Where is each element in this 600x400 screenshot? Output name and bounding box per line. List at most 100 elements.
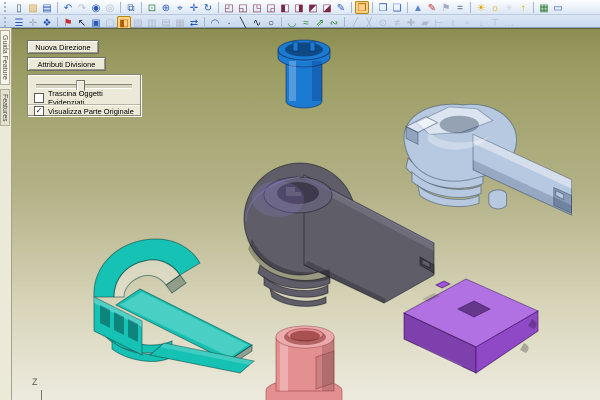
side-tab-strip: Guida Feature Features <box>0 28 12 400</box>
checkbox-trascina-oggetti[interactable]: Trascina Oggetti Evidenziati <box>34 93 140 103</box>
part-pink-cylinder[interactable] <box>260 321 355 400</box>
drop-icon[interactable]: ↓ <box>474 16 488 29</box>
toolbar-separator <box>533 2 534 13</box>
line-tool-icon[interactable]: ╲ <box>236 16 250 29</box>
view-top-icon[interactable]: ◱ <box>236 1 250 14</box>
light-spot-icon[interactable]: ☼ <box>488 1 502 14</box>
divide-part-icon[interactable]: ◧ <box>117 16 131 29</box>
hide-entities-icon[interactable]: ◎ <box>103 1 117 14</box>
tab-features[interactable]: Features <box>0 89 10 127</box>
perpendicular-icon[interactable]: ⊤ <box>488 16 502 29</box>
layers-window-icon[interactable]: ❐ <box>355 1 369 14</box>
light-on-icon[interactable]: ☀ <box>474 1 488 14</box>
new-document-icon[interactable]: ▯ <box>12 1 26 14</box>
toolbar-separator <box>470 2 471 13</box>
show-entities-icon[interactable]: ◉ <box>89 1 103 14</box>
part-blue-sleeve[interactable] <box>262 35 346 119</box>
toolbar-row-1: ▯▨▤↶↷◉◎⧉⊡⊕⌖✛↻◰◱◳◲◧◨◩◪✎❐❒❏▲✎⚑=☀☼☀↑▦▭ <box>0 0 600 15</box>
cross-trim-icon[interactable]: ╳ <box>362 16 376 29</box>
view-left-icon[interactable]: ◲ <box>264 1 278 14</box>
concentric-icon[interactable]: ⊙ <box>376 16 390 29</box>
toolbar-separator <box>218 2 219 13</box>
toolbar-separator <box>57 2 58 13</box>
view-bottom-icon[interactable]: ◩ <box>306 1 320 14</box>
view-right-icon[interactable]: ◳ <box>250 1 264 14</box>
light-ambient-icon[interactable]: ☀ <box>502 1 516 14</box>
selection-box-icon[interactable]: ▣ <box>89 16 103 29</box>
circle-tool-icon[interactable]: ○ <box>264 16 278 29</box>
ghost-select-icon[interactable]: ▢ <box>103 16 117 29</box>
project-tool-icon[interactable]: ⇗ <box>313 16 327 29</box>
toolbar-grip <box>4 2 10 12</box>
new-window-icon[interactable]: ❒ <box>376 1 390 14</box>
squiggle-icon[interactable]: ≀ <box>446 16 460 29</box>
blend-tool-icon[interactable]: ∾ <box>327 16 341 29</box>
toolbar-grip <box>4 17 10 27</box>
toolbar-separator <box>281 17 282 28</box>
view-sketch-icon[interactable]: ✎ <box>334 1 348 14</box>
open-folder-icon[interactable]: ▨ <box>26 1 40 14</box>
view-front-icon[interactable]: ◰ <box>222 1 236 14</box>
zoom-fit-icon[interactable]: ⊡ <box>145 1 159 14</box>
insert-feature-icon[interactable]: ⚑ <box>61 16 75 29</box>
not-equal-icon[interactable]: ≠ <box>390 16 404 29</box>
feature-move-icon[interactable]: ▥ <box>145 16 159 29</box>
part-purple-box[interactable] <box>392 267 547 377</box>
nuova-direzione-button[interactable]: Nuova Direzione <box>27 40 99 54</box>
more-tools-icon[interactable]: … <box>502 16 516 29</box>
save-icon[interactable]: ▤ <box>40 1 54 14</box>
cascade-windows-icon[interactable]: ❏ <box>390 1 404 14</box>
offset-tool-icon[interactable]: ≈ <box>299 16 313 29</box>
trim-icon[interactable]: ╱ <box>348 16 362 29</box>
fill-region-icon[interactable]: ▰ <box>418 16 432 29</box>
break-icon[interactable]: ✚ <box>404 16 418 29</box>
axis-z-label: Z <box>32 377 38 387</box>
tab-guida-feature[interactable]: Guida Feature <box>0 30 10 85</box>
checkbox-visualizza-parte[interactable]: ✓ Visualizza Parte Originale <box>34 106 134 116</box>
part-teal-housing-section[interactable] <box>84 231 264 376</box>
arc-tool-icon[interactable]: ◠ <box>208 16 222 29</box>
light-raise-icon[interactable]: ↑ <box>516 1 530 14</box>
main-toolbar: ▯▨▤↶↷◉◎⧉⊡⊕⌖✛↻◰◱◳◲◧◨◩◪✎❐❒❏▲✎⚑=☀☼☀↑▦▭ ☰✛❖⚑… <box>0 0 600 28</box>
grid-icon[interactable]: ▦ <box>537 1 551 14</box>
redo-icon[interactable]: ↷ <box>75 1 89 14</box>
fillet-tool-icon[interactable]: ◡ <box>285 16 299 29</box>
annotate-pencil-icon[interactable]: ✎ <box>425 1 439 14</box>
feature-mirror-icon[interactable]: ▤ <box>159 16 173 29</box>
view-iso-icon[interactable]: ◧ <box>278 1 292 14</box>
rotate-view-icon[interactable]: ↻ <box>201 1 215 14</box>
select-cursor-icon[interactable]: ↖ <box>75 16 89 29</box>
pan-icon[interactable]: ✛ <box>187 1 201 14</box>
equation-icon[interactable]: = <box>453 1 467 14</box>
toolbar-separator <box>120 2 121 13</box>
smart-pick-icon[interactable]: ✛ <box>26 16 40 29</box>
select-filter-icon[interactable]: ☰ <box>12 16 26 29</box>
flag-icon[interactable]: ⚑ <box>439 1 453 14</box>
shading-mode-icon[interactable]: ▲ <box>411 1 425 14</box>
division-options-box: Trascina Oggetti Evidenziati ✓ Visualizz… <box>27 74 141 116</box>
feature-copy-icon[interactable]: ▧ <box>131 16 145 29</box>
view-back-icon[interactable]: ◨ <box>292 1 306 14</box>
axis-z-line <box>41 390 42 400</box>
node-edit-icon[interactable]: ▫ <box>460 16 474 29</box>
toolbar-separator <box>204 17 205 28</box>
undo-icon[interactable]: ↶ <box>61 1 75 14</box>
toolbar-separator <box>372 2 373 13</box>
curve-tool-icon[interactable]: ∿ <box>250 16 264 29</box>
feature-pattern-icon[interactable]: ▦ <box>173 16 187 29</box>
ruler-icon[interactable]: ▭ <box>551 1 565 14</box>
attributi-divisione-button[interactable]: Attributi Divisione <box>27 57 106 71</box>
checkbox-visualizza-box[interactable]: ✓ <box>34 106 44 116</box>
checkbox-visualizza-label: Visualizza Parte Originale <box>48 107 134 116</box>
checkbox-trascina-box[interactable] <box>34 93 44 103</box>
zoom-in-icon[interactable]: ⊕ <box>159 1 173 14</box>
zoom-window-icon[interactable]: ⌖ <box>173 1 187 14</box>
copy-view-icon[interactable]: ⧉ <box>124 1 138 14</box>
view-camera-icon[interactable]: ◪ <box>320 1 334 14</box>
tangent-icon[interactable]: ⊢ <box>432 16 446 29</box>
3d-viewport[interactable]: Nuova Direzione Attributi Divisione Tras… <box>12 28 600 400</box>
hand-tool-icon[interactable]: ❖ <box>40 16 54 29</box>
swap-direction-icon[interactable]: ⇄ <box>187 16 201 29</box>
point-tool-icon[interactable]: ∙ <box>222 16 236 29</box>
toolbar-separator <box>141 2 142 13</box>
